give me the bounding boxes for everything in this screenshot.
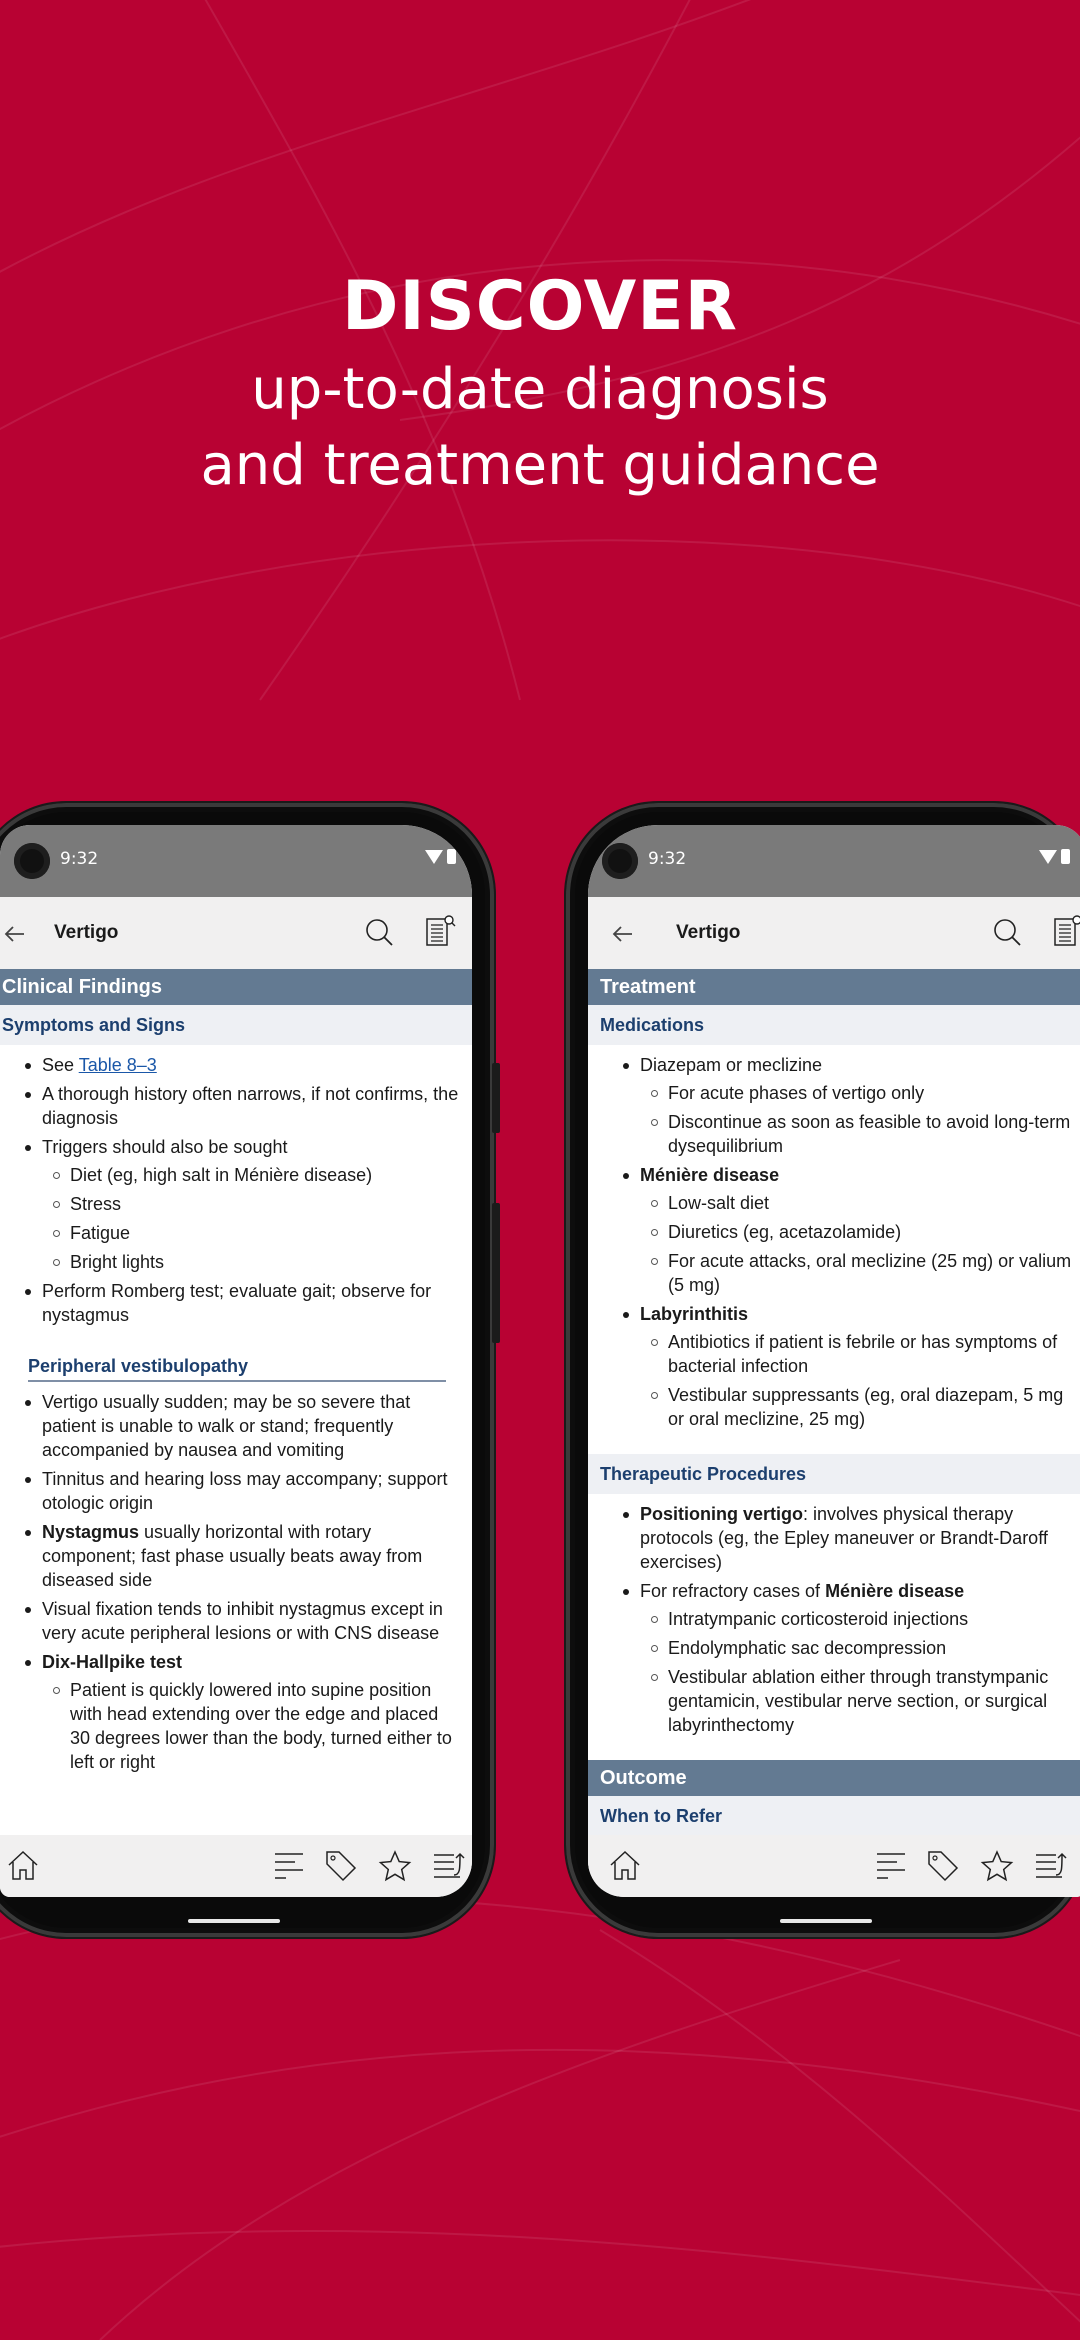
list-item: Ménière disease Low-salt diet Diuretics … xyxy=(623,1163,1076,1297)
list-item: Triggers should also be sought Diet (eg,… xyxy=(25,1135,462,1274)
list-item: Tinnitus and hearing loss may accompany;… xyxy=(25,1467,462,1515)
wifi-icon xyxy=(1039,849,1057,864)
bottom-navigation xyxy=(0,1835,472,1897)
sub-list-item: Vestibular suppressants (eg, oral diazep… xyxy=(651,1383,1076,1431)
phone-side-button xyxy=(492,1063,500,1133)
hero-subtitle-line2: and treatment guidance xyxy=(200,433,880,498)
battery-icon xyxy=(447,849,456,864)
status-bar: 9:32 xyxy=(0,825,472,897)
home-indicator[interactable] xyxy=(188,1919,280,1923)
subsection-header: Symptoms and Signs xyxy=(0,1005,472,1045)
phone-mockup-left: 9:32 Vertigo Clinical Findings Symptoms … xyxy=(0,803,500,1937)
sub-list-item: Fatigue xyxy=(53,1221,462,1245)
document-search-icon[interactable] xyxy=(424,913,456,949)
camera-cutout xyxy=(602,843,638,879)
section-header: Treatment xyxy=(588,969,1080,1005)
phone-mockup-right: 9:32 Vertigo Treatment Medications Diaze… xyxy=(566,803,1080,1937)
bottom-navigation xyxy=(588,1835,1080,1897)
sub-list-item: Stress xyxy=(53,1192,462,1216)
app-title: Vertigo xyxy=(676,922,741,943)
sub-list-item: For acute attacks, oral meclizine (25 mg… xyxy=(651,1249,1076,1297)
sub-list-item: For acute phases of vertigo only xyxy=(651,1081,1076,1105)
document-search-icon[interactable] xyxy=(1052,913,1080,949)
section-header: Outcome xyxy=(588,1760,1080,1796)
table-link[interactable]: Table 8–3 xyxy=(79,1055,157,1075)
search-icon[interactable] xyxy=(364,917,396,949)
sub-list-item: Patient is quickly lowered into supine p… xyxy=(53,1678,462,1774)
article-content: Diazepam or meclizine For acute phases o… xyxy=(588,1045,1080,1836)
subsection-header: Medications xyxy=(588,1005,1080,1045)
subsection-heading-peripheral: Peripheral vestibulopathy xyxy=(28,1354,446,1382)
star-icon[interactable] xyxy=(980,1849,1014,1883)
sub-list-item: Low-salt diet xyxy=(651,1191,1076,1215)
list-item: Perform Romberg test; evaluate gait; obs… xyxy=(25,1279,462,1327)
list-item: Dix-Hallpike test Patient is quickly low… xyxy=(25,1650,462,1774)
sub-list-item: Diet (eg, high salt in Ménière disease) xyxy=(53,1163,462,1187)
outline-icon[interactable] xyxy=(272,1849,306,1883)
section-header: Clinical Findings xyxy=(0,969,472,1005)
phone-screen-left: 9:32 Vertigo Clinical Findings Symptoms … xyxy=(0,825,472,1897)
sub-list-item: Intratympanic corticosteroid injections xyxy=(651,1607,1076,1631)
sub-list-item: Vestibular ablation either through trans… xyxy=(651,1665,1076,1737)
subsection-header: When to Refer xyxy=(588,1796,1080,1836)
status-bar: 9:32 xyxy=(588,825,1080,897)
article-content: See Table 8–3 A thorough history often n… xyxy=(0,1045,472,1783)
list-item: For refractory cases of Ménière disease … xyxy=(623,1579,1076,1737)
list-item: Diazepam or meclizine For acute phases o… xyxy=(623,1053,1076,1158)
search-icon[interactable] xyxy=(992,917,1024,949)
phone-screen-right: 9:32 Vertigo Treatment Medications Diaze… xyxy=(588,825,1080,1897)
list-item: Nystagmus usually horizontal with rotary… xyxy=(25,1520,462,1592)
scroll-to-top-icon[interactable] xyxy=(432,1849,466,1883)
hero-subtitle-line1: up-to-date diagnosis xyxy=(251,357,829,422)
wifi-icon xyxy=(425,849,443,864)
sub-list-item: Endolymphatic sac decompression xyxy=(651,1636,1076,1660)
home-icon[interactable] xyxy=(6,1849,40,1883)
list-item: Vertigo usually sudden; may be so severe… xyxy=(25,1390,462,1462)
home-icon[interactable] xyxy=(608,1849,642,1883)
tag-icon[interactable] xyxy=(324,1849,358,1883)
list-item: A thorough history often narrows, if not… xyxy=(25,1082,462,1130)
tag-icon[interactable] xyxy=(926,1849,960,1883)
back-arrow-icon[interactable] xyxy=(0,919,30,949)
list-item: See Table 8–3 xyxy=(25,1053,462,1077)
back-arrow-icon[interactable] xyxy=(608,919,638,949)
outline-icon[interactable] xyxy=(874,1849,908,1883)
sub-list-item: Diuretics (eg, acetazolamide) xyxy=(651,1220,1076,1244)
hero-title: DISCOVER xyxy=(341,267,739,346)
app-bar: Vertigo xyxy=(0,897,472,969)
phone-volume-button xyxy=(492,1203,500,1343)
app-bar: Vertigo xyxy=(588,897,1080,969)
subsection-header: Therapeutic Procedures xyxy=(588,1454,1080,1494)
app-title: Vertigo xyxy=(54,922,119,943)
battery-icon xyxy=(1061,849,1070,864)
sub-list-item: Bright lights xyxy=(53,1250,462,1274)
hero-heading: DISCOVER up-to-date diagnosis and treatm… xyxy=(0,262,1080,504)
scroll-to-top-icon[interactable] xyxy=(1034,1849,1068,1883)
list-item: Labyrinthitis Antibiotics if patient is … xyxy=(623,1302,1076,1431)
sub-list-item: Discontinue as soon as feasible to avoid… xyxy=(651,1110,1076,1158)
camera-cutout xyxy=(14,843,50,879)
status-time: 9:32 xyxy=(648,849,687,869)
star-icon[interactable] xyxy=(378,1849,412,1883)
sub-list-item: Antibiotics if patient is febrile or has… xyxy=(651,1330,1076,1378)
list-item: Visual fixation tends to inhibit nystagm… xyxy=(25,1597,462,1645)
status-time: 9:32 xyxy=(60,849,99,869)
list-item: Positioning vertigo: involves physical t… xyxy=(623,1502,1076,1574)
home-indicator[interactable] xyxy=(780,1919,872,1923)
